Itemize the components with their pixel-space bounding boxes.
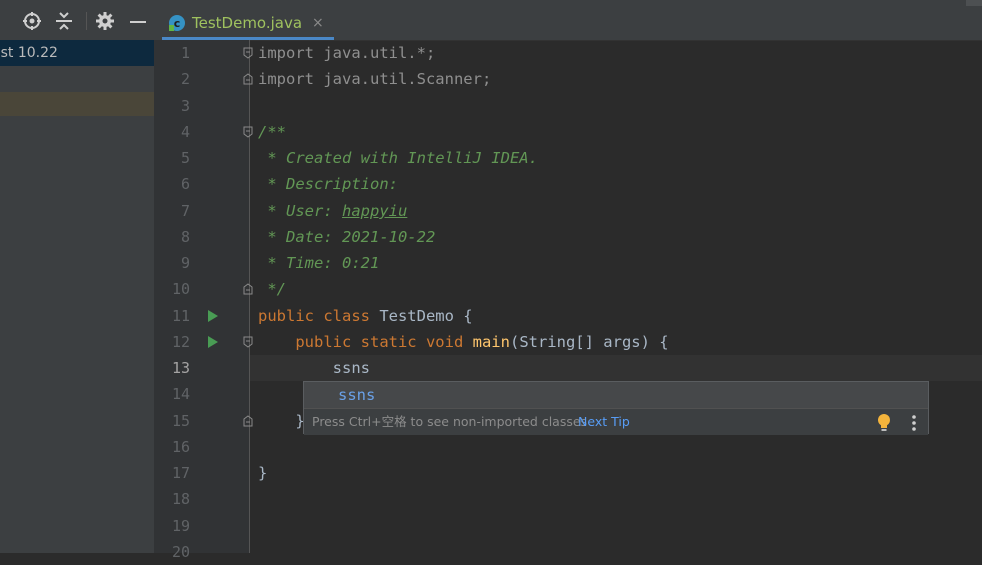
code-line-1[interactable]: import java.util.*; [258, 40, 435, 66]
sidebar-toolbar [0, 0, 154, 40]
code-line-13[interactable]: ssns [258, 355, 370, 381]
fold-end-icon[interactable] [243, 415, 253, 427]
minimize-icon[interactable] [128, 11, 148, 31]
fold-icon[interactable] [243, 336, 253, 348]
locate-icon[interactable] [22, 11, 42, 31]
completion-popup: ssns Press Ctrl+空格 to see non-imported c… [303, 381, 929, 435]
line-number: 3 [180, 96, 190, 115]
doc-user-tag: * User: [258, 202, 342, 220]
tab-testdemo[interactable]: c TestDemo.java × [162, 6, 334, 40]
close-icon[interactable]: × [312, 15, 324, 31]
more-options-icon[interactable] [908, 413, 920, 433]
code-line-8[interactable]: * Date: 2021-10-22 [258, 224, 435, 250]
svg-text:c: c [174, 17, 181, 30]
line-number: 4 [180, 122, 190, 141]
code-line-5[interactable]: * Created with IntelliJ IDEA. [258, 145, 538, 171]
completion-item[interactable]: ssns [304, 382, 928, 408]
line-number: 9 [180, 254, 190, 272]
line-number: 11 [171, 306, 190, 325]
fold-end-icon[interactable] [243, 283, 253, 295]
code-line-12[interactable]: public static void main(String[] args) { [258, 329, 669, 355]
completion-hint: Press Ctrl+空格 to see non-imported classe… [312, 414, 588, 429]
run-class-icon[interactable] [208, 310, 218, 322]
gear-icon[interactable] [95, 11, 115, 31]
code-line-4[interactable]: /** [258, 119, 286, 145]
doc-user-name: happyiu [342, 202, 408, 220]
sidebar-item-label: est 10.22 [0, 45, 58, 61]
window-corner [966, 0, 982, 6]
fold-end-icon[interactable] [243, 73, 253, 85]
code-line-15[interactable]: } [258, 408, 304, 434]
collapse-all-icon[interactable] [54, 11, 74, 31]
completion-item-label: ssns [338, 386, 376, 404]
sidebar-item-highlighted[interactable] [0, 92, 154, 116]
code-line-7[interactable]: * User: happyiu [258, 198, 407, 224]
code-line-6[interactable]: * Description: [258, 171, 398, 197]
project-sidebar: est 10.22 [0, 0, 154, 553]
line-number: 7 [180, 201, 190, 220]
fold-icon[interactable] [243, 126, 253, 138]
completion-footer: Press Ctrl+空格 to see non-imported classe… [304, 408, 928, 435]
line-number: 6 [180, 175, 190, 194]
line-number: 13 [171, 359, 190, 377]
line-number: 5 [180, 149, 190, 167]
line-number: 2 [180, 70, 190, 89]
line-number: 12 [171, 332, 190, 351]
line-number: 14 [171, 385, 190, 404]
line-number: 19 [171, 516, 190, 535]
next-tip-link[interactable]: Next Tip [578, 409, 630, 435]
editor-tab-bar: c TestDemo.java × [154, 0, 982, 41]
fold-icon[interactable] [243, 47, 253, 59]
line-number: 1 [180, 44, 190, 62]
code-line-17[interactable]: } [258, 460, 267, 486]
line-number: 18 [171, 490, 190, 509]
line-number: 15 [171, 411, 190, 430]
line-number: 17 [171, 464, 190, 482]
java-class-icon: c [169, 15, 185, 31]
class-declaration: TestDemo { [369, 307, 473, 325]
method-name: main [463, 333, 510, 351]
line-number: 8 [180, 227, 190, 246]
gutter-divider [249, 40, 250, 553]
code-line-11[interactable]: public class TestDemo { [258, 303, 473, 329]
code-line-10[interactable]: */ [258, 276, 286, 302]
keyword: public class [258, 307, 370, 325]
line-number: 20 [171, 542, 190, 561]
tab-title: TestDemo.java [192, 14, 303, 32]
lightbulb-icon[interactable] [876, 413, 892, 433]
line-number: 10 [171, 280, 190, 299]
toolbar-separator [86, 12, 87, 30]
run-main-icon[interactable] [208, 336, 218, 348]
method-params: (String[] args) { [509, 333, 669, 351]
code-line-2[interactable]: import java.util.Scanner; [258, 66, 491, 92]
code-line-9[interactable]: * Time: 0:21 [258, 250, 379, 276]
sidebar-item-selected[interactable]: est 10.22 [0, 40, 154, 66]
keyword: public static void [258, 333, 464, 351]
line-number: 16 [171, 437, 190, 456]
